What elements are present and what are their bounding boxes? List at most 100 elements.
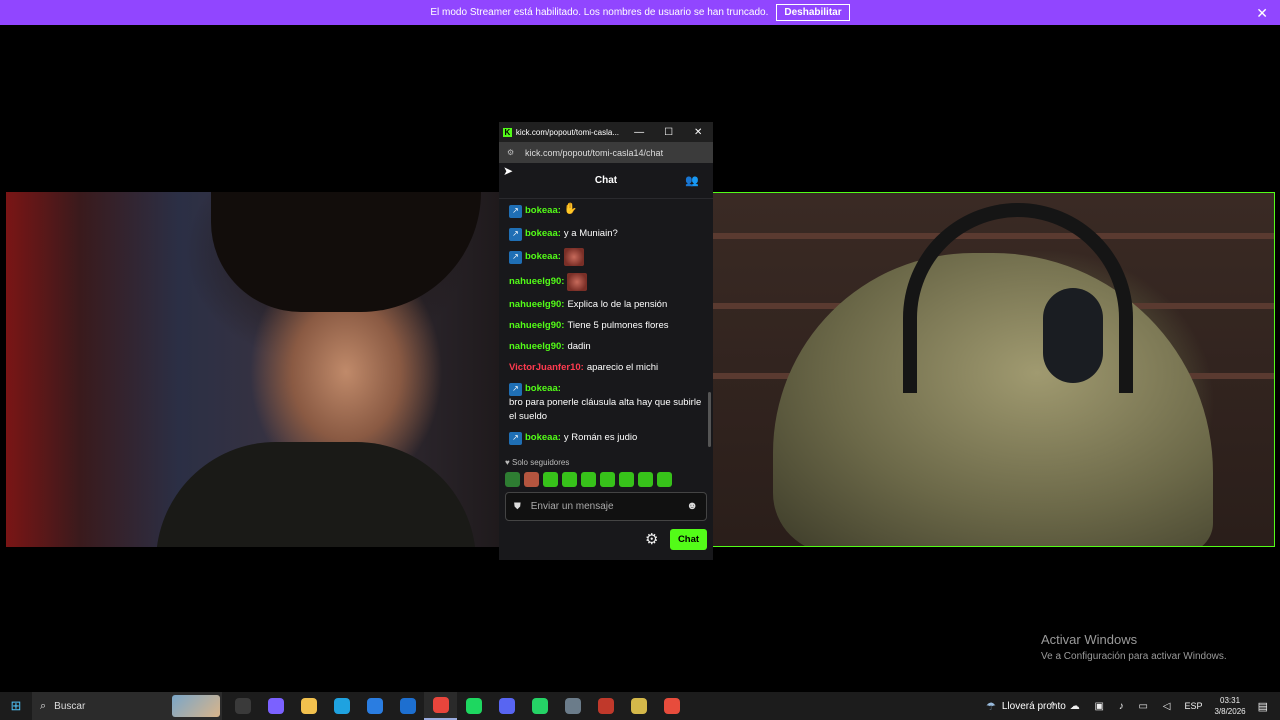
emote-button[interactable] [638, 472, 653, 487]
clock-time: 03:31 [1220, 696, 1241, 705]
spotify-icon-glyph [465, 698, 482, 714]
watermark-title: Activar Windows [1041, 632, 1138, 647]
taskbar-search-box[interactable]: ⌕ Buscar [32, 692, 222, 720]
store-icon[interactable] [358, 692, 391, 720]
file-explorer-icon-glyph [300, 698, 317, 714]
mouse-cursor-icon: ➤ [503, 164, 514, 178]
system-tray: ^ ☁ ▣ ♪ ▭ ◁ ESP 03:31 3/8/2026 ▤ [1050, 692, 1280, 720]
user-badge-icon: ↗ [509, 204, 522, 218]
chat-message: ↗ bokeaa: ✋ [509, 202, 703, 220]
face-emote-icon [563, 248, 584, 266]
emote-button[interactable] [657, 472, 672, 487]
clock[interactable]: 03:31 3/8/2026 [1214, 695, 1245, 717]
discord-icon[interactable] [490, 692, 523, 720]
emote-button[interactable] [619, 472, 634, 487]
chrome-icon[interactable] [424, 692, 457, 720]
hand-emote-icon: ✋ [563, 203, 578, 215]
mail-icon[interactable] [391, 692, 424, 720]
shield-icon: ⛊ [514, 501, 521, 511]
chat-message-list[interactable]: ↗ bokeaa: ✋ ↗ bokeaa: y a Muniain? ↗ bokeaa: nah… [499, 202, 713, 454]
emote-button[interactable] [543, 472, 558, 487]
chat-username[interactable]: bokeaa: [525, 204, 561, 218]
user-badge-icon: ↗ [509, 382, 522, 396]
chat-message-text: Explica lo de la pension [567, 452, 667, 454]
popup-titlebar: K kick.com/popout/tomi-casla... — ☐ ✕ [499, 122, 713, 142]
chat-message: ↗ bokeaa: y Román es judio [509, 431, 703, 445]
file-explorer-icon[interactable] [292, 692, 325, 720]
chat-message: ↗ bokeaa: [509, 248, 703, 266]
copilot-icon[interactable] [259, 692, 292, 720]
chat-username[interactable]: bokeaa: [525, 382, 561, 396]
close-icon[interactable]: ✕ [1256, 5, 1268, 22]
chat-message: nahueelg90: [509, 273, 703, 291]
followers-only-label: ♥ Solo seguidores [505, 458, 570, 467]
streamer-mode-banner: El modo Streamer está habilitado. Los no… [0, 0, 1280, 25]
chat-message: VictorJuanfer10: aparecio el michi [509, 361, 703, 375]
chrome-icon-glyph [432, 697, 449, 713]
chat-message-text: bro para ponerle cláusula alta hay que s… [509, 397, 702, 422]
user-badge-icon: ↗ [509, 227, 522, 241]
chat-username[interactable]: bokeaa: [525, 431, 561, 445]
emote-button[interactable] [505, 472, 520, 487]
language-indicator[interactable]: ESP [1184, 701, 1202, 711]
notification-icon[interactable]: ▤ [1258, 700, 1268, 713]
video-hair-shape [211, 192, 481, 312]
discord-icon-glyph [498, 698, 515, 714]
chat-username[interactable]: bokeaa: [525, 227, 561, 241]
chat-username[interactable]: nahueelg90: [509, 319, 564, 333]
chat-username[interactable]: VictorJuanfer10: [509, 361, 584, 375]
app-icon-2-glyph [597, 698, 614, 714]
store-icon-glyph [366, 698, 383, 714]
send-chat-button[interactable]: Chat [670, 529, 707, 550]
whatsapp-icon[interactable] [523, 692, 556, 720]
chat-message: ↗ bokeaa: bro para ponerle cláusula alta h… [509, 382, 703, 424]
followers-only-text: Solo seguidores [511, 458, 570, 467]
chat-settings-gear-icon[interactable]: ⚙ [645, 530, 658, 548]
edge-icon-glyph [333, 698, 350, 714]
site-settings-icon[interactable]: ⚙ [507, 148, 521, 157]
chat-username[interactable]: nahueelg90: [509, 298, 564, 312]
emote-button[interactable] [524, 472, 539, 487]
user-badge-icon: ↗ [509, 250, 522, 264]
app-icon-1[interactable] [556, 692, 589, 720]
chat-header: Chat 👥 [499, 163, 713, 199]
chat-scrollbar[interactable] [708, 392, 711, 447]
app-icon-2[interactable] [589, 692, 622, 720]
windows-start-icon[interactable]: ⊞ [0, 692, 32, 720]
chat-message-input[interactable]: ⛊ Enviar un mensaje ☻ [505, 492, 707, 521]
chat-username[interactable]: nahueelg90: [509, 275, 564, 289]
user-settings-icon[interactable]: 👥 [685, 174, 699, 187]
app-icon-4-glyph [663, 698, 680, 714]
chat-message-text: dadin [567, 341, 591, 352]
popup-tab-title: kick.com/popout/tomi-casla... [515, 127, 620, 137]
close-window-button[interactable]: ✕ [683, 127, 713, 138]
watermark-subtitle: Ve a Configuración para activar Windows. [1041, 651, 1227, 662]
headset-cup [1043, 288, 1103, 383]
task-view-icon[interactable] [226, 692, 259, 720]
maximize-button[interactable]: ☐ [654, 127, 684, 138]
chat-username[interactable]: bokeaa: [525, 250, 561, 264]
emoji-picker-icon[interactable]: ☻ [686, 500, 698, 512]
chat-message-text: aparecio el michi [586, 362, 659, 373]
search-label: Buscar [54, 700, 86, 712]
minimize-button[interactable]: — [624, 127, 654, 138]
emote-button[interactable] [600, 472, 615, 487]
chat-message-text: y Román es judio [563, 432, 638, 443]
chat-username[interactable]: nahueelg90: [509, 452, 564, 454]
chat-message-text: y a Muniain? [563, 228, 618, 239]
popup-url: kick.com/popout/tomi-casla14/chat [525, 147, 664, 158]
disable-streamer-mode-button[interactable]: Deshabilitar [776, 4, 850, 21]
search-highlight-image [172, 695, 220, 717]
video-shirt-shape [156, 442, 476, 547]
emote-button[interactable] [581, 472, 596, 487]
left-video-feed [6, 192, 499, 547]
spotify-icon[interactable] [457, 692, 490, 720]
emote-button[interactable] [562, 472, 577, 487]
tray-icons[interactable]: ^ ☁ ▣ ♪ ▭ ◁ [1050, 701, 1176, 712]
chat-username[interactable]: nahueelg90: [509, 340, 564, 354]
popup-url-bar[interactable]: ⚙ kick.com/popout/tomi-casla14/chat [499, 142, 713, 163]
app-icon-4[interactable] [655, 692, 688, 720]
chat-message: ↗ bokeaa: y a Muniain? [509, 227, 703, 241]
app-icon-3[interactable] [622, 692, 655, 720]
edge-icon[interactable] [325, 692, 358, 720]
